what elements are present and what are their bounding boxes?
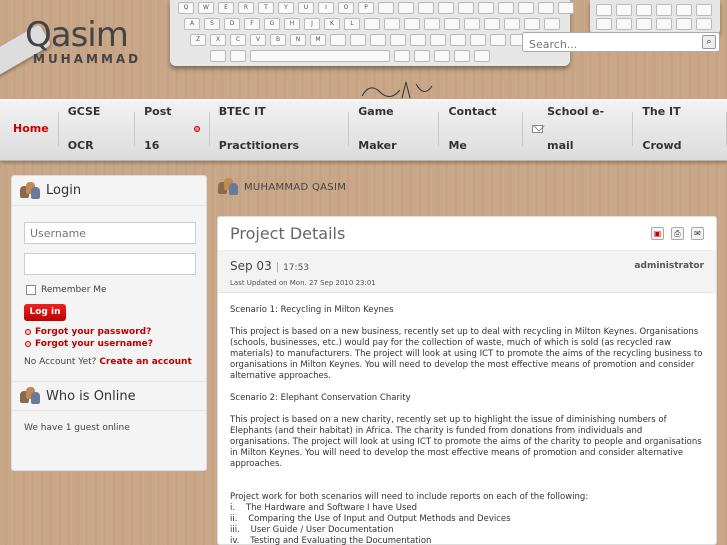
- nav-label: The IT Crowd: [642, 105, 682, 152]
- date-text: Sep 03: [230, 259, 272, 273]
- login-title: Login: [46, 183, 82, 198]
- who-online-title: Who is Online: [46, 388, 136, 404]
- forgot-username-link[interactable]: Forgot your username?: [25, 339, 206, 349]
- article-header: Project Details ▣ ⎙ ✉: [218, 217, 716, 251]
- site-header: QWERTYUIOP ASDFGHJKL ZXCVBNM Qasim MUHAM…: [0, 0, 727, 100]
- nav-label: Game Maker: [358, 105, 397, 152]
- nav-item-home[interactable]: Home: [4, 112, 59, 146]
- users-icon: [218, 178, 238, 196]
- nav-item-it-crowd[interactable]: The IT Crowd: [633, 105, 727, 152]
- print-icon[interactable]: ⎙: [671, 227, 684, 240]
- article-panel: Project Details ▣ ⎙ ✉ Sep 03 | 17:53 Last …: [217, 216, 717, 545]
- breadcrumb: MUHAMMAD QASIM: [218, 178, 346, 196]
- logo-main-text: Qasim: [25, 15, 129, 55]
- bullet-icon: [25, 329, 31, 335]
- nav-item-school-email[interactable]: School e-mail: [523, 105, 634, 152]
- nav-label: School e-mail: [547, 105, 605, 152]
- nav-item-gcse-ocr[interactable]: GCSE OCR: [59, 105, 136, 152]
- page-title: Project Details: [230, 224, 346, 243]
- nav-label: Contact Me: [448, 105, 497, 152]
- nav-item-contact[interactable]: Contact Me: [439, 105, 523, 152]
- no-account-text: No Account Yet? Create an account: [24, 357, 206, 367]
- bullet-icon: [25, 341, 31, 347]
- last-updated: Last Updated on Mon. 27 Sep 2010 23:01: [230, 279, 376, 287]
- who-online-module-title: Who is Online: [12, 381, 206, 411]
- search-input[interactable]: [523, 35, 693, 54]
- guest-online-text: We have 1 guest online: [24, 423, 130, 433]
- remember-me-row: Remember Me: [26, 285, 206, 295]
- scenario2-text: This project is based on a new charity, …: [230, 415, 702, 469]
- nav-item-game-maker[interactable]: Game Maker: [349, 105, 440, 152]
- username-field[interactable]: [24, 222, 196, 244]
- dropdown-indicator-icon: [194, 126, 200, 132]
- list-item: iii. User Guide / User Documentation: [230, 525, 394, 535]
- nav-label: Home: [13, 122, 49, 135]
- scenario1-title: Scenario 1: Recycling in Milton Keynes: [230, 305, 394, 315]
- nav-label: GCSE OCR: [67, 105, 101, 152]
- create-account-link[interactable]: Create an account: [99, 357, 191, 367]
- remember-me-label: Remember Me: [41, 285, 107, 295]
- email-icon[interactable]: ✉: [691, 227, 704, 240]
- sidebar: Login Remember Me Log in Forgot your pas…: [11, 175, 207, 471]
- nav-item-btec[interactable]: BTEC IT Practitioners: [210, 105, 350, 152]
- envelope-icon: [531, 125, 544, 133]
- article-tools: ▣ ⎙ ✉: [651, 227, 704, 240]
- search-box: ⌕: [522, 32, 720, 54]
- pdf-icon[interactable]: ▣: [651, 227, 664, 240]
- forgot-username-label: Forgot your username?: [35, 339, 153, 349]
- nav-label: Post 16: [144, 105, 172, 152]
- site-logo[interactable]: Qasim MUHAMMAD: [25, 18, 141, 66]
- keyboard-numpad-decoration: [590, 0, 720, 34]
- users-icon: [20, 181, 40, 200]
- main-navigation: Home GCSE OCR Post 16 BTEC IT Practition…: [0, 99, 727, 161]
- scenario2-title: Scenario 2: Elephant Conservation Charit…: [230, 393, 411, 403]
- no-account-label: No Account Yet?: [24, 357, 97, 367]
- article-date: Sep 03 | 17:53: [230, 259, 310, 273]
- users-icon: [20, 387, 40, 405]
- nav-label: BTEC IT Practitioners: [218, 105, 300, 152]
- list-item: ii. Comparing the Use of Input and Outpu…: [230, 514, 511, 524]
- keyboard-decoration: QWERTYUIOP ASDFGHJKL ZXCVBNM: [170, 0, 574, 66]
- article-author: administrator: [634, 261, 704, 271]
- article-content: Scenario 1: Recycling in Milton Keynes T…: [218, 293, 716, 545]
- scenario1-text: This project is based on a new business,…: [230, 327, 703, 381]
- time-text: 17:53: [283, 263, 310, 273]
- search-icon: ⌕: [706, 37, 712, 47]
- forgot-password-link[interactable]: Forgot your password?: [25, 327, 206, 337]
- password-field[interactable]: [24, 253, 196, 275]
- login-button[interactable]: Log in: [24, 304, 66, 321]
- list-item: iv. Testing and Evaluating the Documenta…: [230, 536, 432, 545]
- article-meta: Sep 03 | 17:53 Last Updated on Mon. 27 Sep…: [218, 251, 716, 293]
- reports-intro: Project work for both scenarios will nee…: [230, 492, 589, 502]
- nav-item-post-16[interactable]: Post 16: [135, 105, 210, 152]
- login-module-title: Login: [12, 176, 206, 206]
- forgot-password-label: Forgot your password?: [35, 327, 152, 337]
- search-button[interactable]: ⌕: [702, 35, 716, 49]
- remember-me-checkbox[interactable]: [26, 285, 36, 295]
- list-item: i. The Hardware and Software I have Used: [230, 503, 418, 513]
- breadcrumb-text[interactable]: MUHAMMAD QASIM: [244, 182, 346, 193]
- logo-sub-text: MUHAMMAD: [33, 52, 142, 66]
